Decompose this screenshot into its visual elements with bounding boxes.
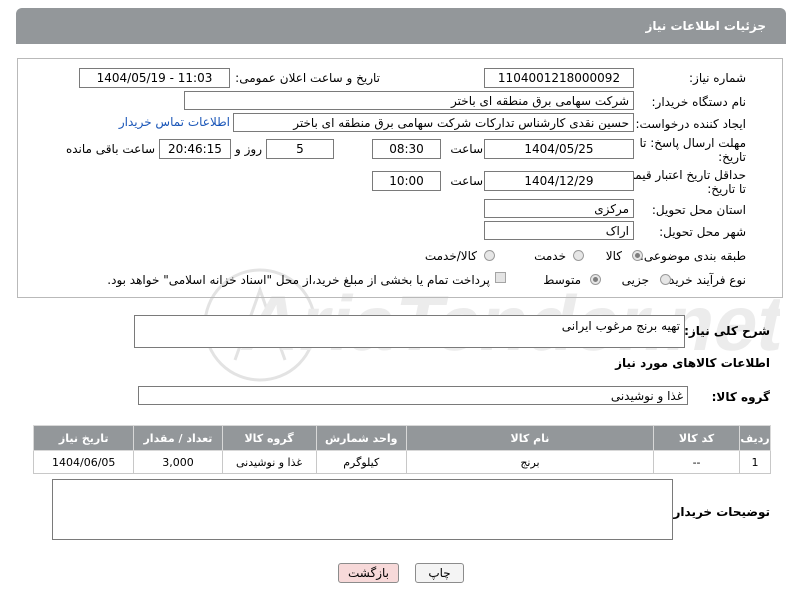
announce-date-field: 1404/05/19 - 11:03 — [79, 68, 230, 88]
page-header: جزئیات اطلاعات نیاز — [16, 8, 786, 44]
treasury-payment-checkbox[interactable] — [495, 272, 506, 283]
cell-row: 1 — [739, 450, 771, 474]
days-remaining-field: 5 — [266, 139, 334, 159]
process-radio-minor[interactable] — [660, 274, 671, 285]
description-label: شرح کلی نیاز: — [684, 324, 770, 338]
creator-label: ایجاد کننده درخواست: — [635, 117, 746, 131]
goods-group-label: گروه کالا: — [711, 390, 770, 404]
deadline-time-field: 08:30 — [372, 139, 441, 159]
col-code: کد کالا — [653, 425, 741, 451]
contact-buyer-link[interactable]: اطلاعات تماس خریدار — [119, 115, 230, 129]
col-name: نام کالا — [405, 425, 655, 451]
cell-name: برنج — [405, 450, 655, 474]
category-option-both: کالا/خدمت — [424, 249, 477, 263]
goods-table: ردیف کد کالا نام کالا واحد شمارش گروه کا… — [32, 425, 771, 474]
process-type-label: نوع فرآیند خرید : — [661, 273, 746, 287]
announce-date-label: تاریخ و ساعت اعلان عمومی: — [235, 71, 380, 85]
col-row: ردیف — [739, 425, 771, 451]
deadline-time-label: ساعت — [450, 142, 483, 156]
process-radio-medium[interactable] — [590, 274, 601, 285]
need-number-field: 1104001218000092 — [484, 68, 634, 88]
deadline-label: مهلت ارسال پاسخ: تا — [639, 136, 746, 150]
buyer-notes-textarea[interactable] — [52, 479, 673, 540]
category-radio-both[interactable] — [484, 250, 495, 261]
cell-group: غذا و نوشیدنی — [221, 450, 317, 474]
col-date: تاریخ نیاز — [32, 425, 135, 451]
validity-time-label: ساعت — [450, 174, 483, 188]
buyer-org-label: نام دستگاه خریدار: — [651, 95, 747, 109]
back-button[interactable]: بازگشت — [338, 563, 399, 583]
goods-group-field: غذا و نوشیدنی — [138, 386, 688, 405]
creator-field: حسین نقدی کارشناس تدارکات شرکت سهامی برق… — [233, 113, 634, 132]
treasury-payment-note: پرداخت تمام یا بخشی از مبلغ خرید،از محل … — [107, 273, 490, 287]
validity-date-field: 1404/12/29 — [484, 171, 634, 191]
description-textarea[interactable]: تهیه برنج مرغوب ایرانی — [134, 315, 685, 348]
deadline-label-date: تاریخ: — [718, 150, 746, 164]
category-label: طبقه بندی موضوعی: — [639, 249, 746, 263]
remaining-time-label: ساعت باقی مانده — [65, 142, 155, 156]
days-label: روز و — [235, 142, 262, 156]
category-option-service: خدمت — [534, 249, 566, 263]
cell-code: -- — [653, 450, 741, 474]
city-field: اراک — [484, 221, 634, 240]
category-radio-goods[interactable] — [632, 250, 643, 261]
process-option-medium: متوسط — [543, 273, 581, 287]
validity-label: حداقل تاریخ اعتبار قیمت: — [619, 168, 746, 182]
cell-unit: کیلوگرم — [315, 450, 407, 474]
category-option-goods: کالا — [605, 249, 622, 263]
city-label: شهر محل تحویل: — [659, 225, 746, 239]
province-field: مرکزی — [484, 199, 634, 218]
remaining-time-field: 20:46:15 — [159, 139, 231, 159]
cell-qty: 3,000 — [133, 450, 223, 474]
table-row: 1 -- برنج کیلوگرم غذا و نوشیدنی 3,000 14… — [32, 450, 771, 474]
validity-time-field: 10:00 — [372, 171, 441, 191]
province-label: استان محل تحویل: — [651, 203, 746, 217]
process-option-minor: جزیی — [621, 273, 649, 287]
cell-date: 1404/06/05 — [32, 450, 135, 474]
goods-section-title: اطلاعات کالاهای مورد نیاز — [615, 356, 770, 370]
page-title: جزئیات اطلاعات نیاز — [645, 19, 766, 33]
validity-label-date: تا تاریخ: — [707, 182, 746, 196]
buyer-notes-label: توضیحات خریدار: — [668, 505, 770, 519]
category-radio-service[interactable] — [573, 250, 584, 261]
col-group: گروه کالا — [221, 425, 317, 451]
buyer-org-field: شرکت سهامی برق منطقه ای باختر — [184, 91, 634, 110]
col-unit: واحد شمارش — [315, 425, 407, 451]
col-qty: تعداد / مقدار — [133, 425, 223, 451]
print-button[interactable]: چاپ — [415, 563, 464, 583]
goods-table-header: ردیف کد کالا نام کالا واحد شمارش گروه کا… — [32, 425, 771, 451]
need-number-label: شماره نیاز: — [689, 71, 746, 85]
deadline-date-field: 1404/05/25 — [484, 139, 634, 159]
